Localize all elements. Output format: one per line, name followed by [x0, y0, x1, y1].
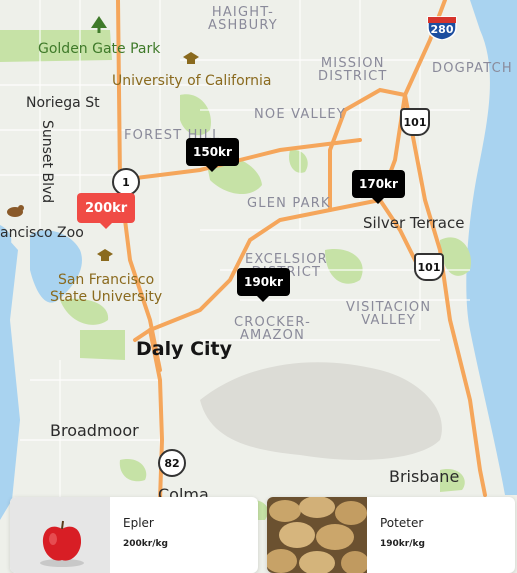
place-noriega-st: Noriega St [26, 95, 100, 111]
product-card-epler[interactable]: Epler 200kr/kg [10, 497, 258, 573]
product-name: Poteter [380, 516, 424, 530]
place-brisbane: Brisbane [389, 467, 460, 486]
map[interactable]: HAIGHT- ASHBURY MISSION DISTRICT DOGPATC… [0, 0, 517, 573]
place-university-of-california: University of California [112, 73, 272, 89]
route-1-shield: 1 [112, 168, 140, 196]
university-icon [183, 52, 199, 64]
price-marker-150[interactable]: 150kr [186, 138, 239, 172]
price-marker-label: 170kr [359, 177, 398, 191]
place-daly-city: Daly City [136, 338, 233, 360]
interstate-280-shield: 280 [427, 16, 457, 40]
district-noe-valley: NOE VALLEY [254, 107, 346, 122]
product-card-poteter[interactable]: Poteter 190kr/kg [267, 497, 515, 573]
place-sunset-blvd: Sunset Blvd [39, 120, 55, 204]
zoo-icon [7, 205, 24, 217]
potatoes-image [267, 497, 367, 573]
district-dogpatch: DOGPATCH [432, 61, 513, 76]
us-101-south-label: 101 [417, 260, 441, 274]
district-mission: MISSION DISTRICT [318, 56, 388, 84]
price-marker-190[interactable]: 190kr [237, 268, 290, 302]
place-broadmoor: Broadmoor [50, 421, 139, 440]
place-golden-gate-park: Golden Gate Park [38, 41, 161, 57]
district-glen-park: GLEN PARK [247, 196, 331, 211]
tree-icon [91, 16, 107, 33]
place-silver-terrace: Silver Terrace [363, 214, 465, 232]
product-name: Epler [123, 516, 154, 530]
route-1-label: 1 [122, 175, 130, 189]
price-marker-170[interactable]: 170kr [352, 170, 405, 204]
price-marker-200-selected[interactable]: 200kr [77, 193, 136, 229]
route-82-label: 82 [164, 456, 180, 470]
product-price: 200kr/kg [123, 539, 168, 549]
apple-image [10, 497, 110, 573]
district-crocker-amazon: CROCKER- AMAZON [234, 315, 311, 343]
university-icon [97, 249, 113, 261]
district-haight-ashbury: HAIGHT- ASHBURY [208, 5, 278, 33]
price-marker-label: 190kr [244, 275, 283, 289]
district-visitacion-valley: VISITACION VALLEY [346, 300, 432, 328]
place-zoo: ancisco Zoo [0, 225, 84, 241]
us-101-north-label: 101 [403, 115, 427, 129]
us-101-shield-north: 101 [400, 108, 430, 136]
price-marker-label: 200kr [85, 200, 128, 216]
place-sfsu: San Francisco State University [50, 272, 163, 305]
interstate-280-label: 280 [430, 23, 454, 36]
route-82-shield: 82 [158, 449, 186, 477]
us-101-shield-south: 101 [414, 253, 444, 281]
price-marker-label: 150kr [193, 145, 232, 159]
product-price: 190kr/kg [380, 539, 425, 549]
